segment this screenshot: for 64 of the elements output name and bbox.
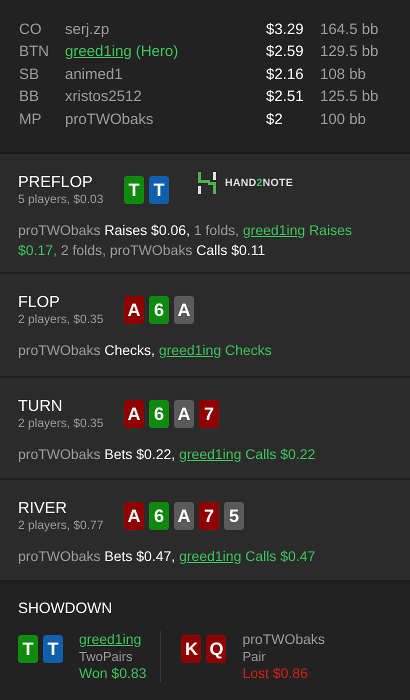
playing-card: A xyxy=(124,502,144,530)
hand-rank: Pair xyxy=(242,648,267,665)
position-label: SB xyxy=(19,66,40,83)
playing-card: A xyxy=(124,400,144,428)
street-info: 2 players, $0.77 xyxy=(18,518,104,533)
playing-card: T xyxy=(43,635,63,663)
stack-amount: $2.59 xyxy=(266,43,305,60)
stack-amount: $2.51 xyxy=(266,88,305,106)
playing-card: T xyxy=(124,176,144,204)
logo-icon xyxy=(197,172,217,194)
action-line: proTWObaks Checks, greed1ing Checks xyxy=(18,341,273,360)
street-info: 2 players, $0.35 xyxy=(18,312,104,327)
playing-card: 6 xyxy=(149,400,169,428)
street-title: TURN xyxy=(18,398,64,416)
playing-card: A xyxy=(174,400,194,428)
stack-bb: 129.5 bb xyxy=(320,43,380,60)
street-info: 2 players, $0.35 xyxy=(18,416,104,431)
street-title: FLOP xyxy=(18,294,61,312)
hand-rank: TwoPairs xyxy=(79,648,134,665)
player-link[interactable]: greed1ing xyxy=(158,342,222,358)
playing-card: 7 xyxy=(199,400,219,428)
stack-amount: $2 xyxy=(266,110,284,128)
street-info: 5 players, $0.03 xyxy=(18,192,104,207)
player-name: xristos2512 xyxy=(65,88,142,106)
player-link[interactable]: greed1ing xyxy=(242,222,306,238)
playing-card: K xyxy=(181,635,202,663)
position-label: BB xyxy=(19,88,40,106)
player-link[interactable]: greed1ing xyxy=(65,43,132,60)
result-amount: Lost $0.86 xyxy=(242,665,309,682)
player-link[interactable]: greed1ing xyxy=(179,548,242,564)
street-title: PREFLOP xyxy=(18,174,94,192)
player-link[interactable]: greed1ing xyxy=(179,446,242,462)
playing-card: Q xyxy=(206,635,226,663)
player-name: serj.zp xyxy=(65,20,110,38)
playing-card: 6 xyxy=(149,296,169,324)
position-label: BTN xyxy=(19,43,50,60)
stack-bb: 164.5 bb xyxy=(320,20,380,38)
player-name: animed1 xyxy=(65,66,123,83)
position-label: CO xyxy=(19,20,42,38)
playing-card: A xyxy=(124,296,144,324)
result-amount: Won $0.83 xyxy=(79,665,146,682)
section-title: SHOWDOWN xyxy=(18,600,114,617)
playing-card: T xyxy=(18,635,38,663)
player-link[interactable]: greed1ing xyxy=(79,631,142,647)
player-name: proTWObaks xyxy=(242,631,325,648)
action-line: proTWObaks Bets $0.47, greed1ing Calls $0.47 xyxy=(18,547,316,566)
action-line: proTWObaks Bets $0.22, greed1ing Calls $0.22 xyxy=(18,445,316,464)
playing-card: A xyxy=(174,502,194,530)
logo-text: HAND2NOTE xyxy=(225,177,294,189)
stack-bb: 125.5 bb xyxy=(320,88,380,106)
playing-card: 6 xyxy=(149,502,169,530)
playing-card: A xyxy=(174,296,194,324)
stack-bb: 100 bb xyxy=(320,110,367,128)
action-line: proTWObaks Raises $0.06, 1 folds, greed1ing Raises $0.17, 2 folds, proTWObaks Calls $0.11 xyxy=(18,221,353,260)
playing-card: 5 xyxy=(224,502,244,530)
playing-card: T xyxy=(149,176,169,204)
stack-amount: $3.29 xyxy=(266,20,305,38)
stack-amount: $2.16 xyxy=(266,66,305,83)
street-title: RIVER xyxy=(18,500,68,518)
player-name: proTWObaks xyxy=(65,110,154,128)
playing-card: 7 xyxy=(199,502,219,530)
position-label: MP xyxy=(19,110,42,128)
hero-tag: (Hero) xyxy=(136,43,178,60)
stack-bb: 108 bb xyxy=(320,66,367,83)
